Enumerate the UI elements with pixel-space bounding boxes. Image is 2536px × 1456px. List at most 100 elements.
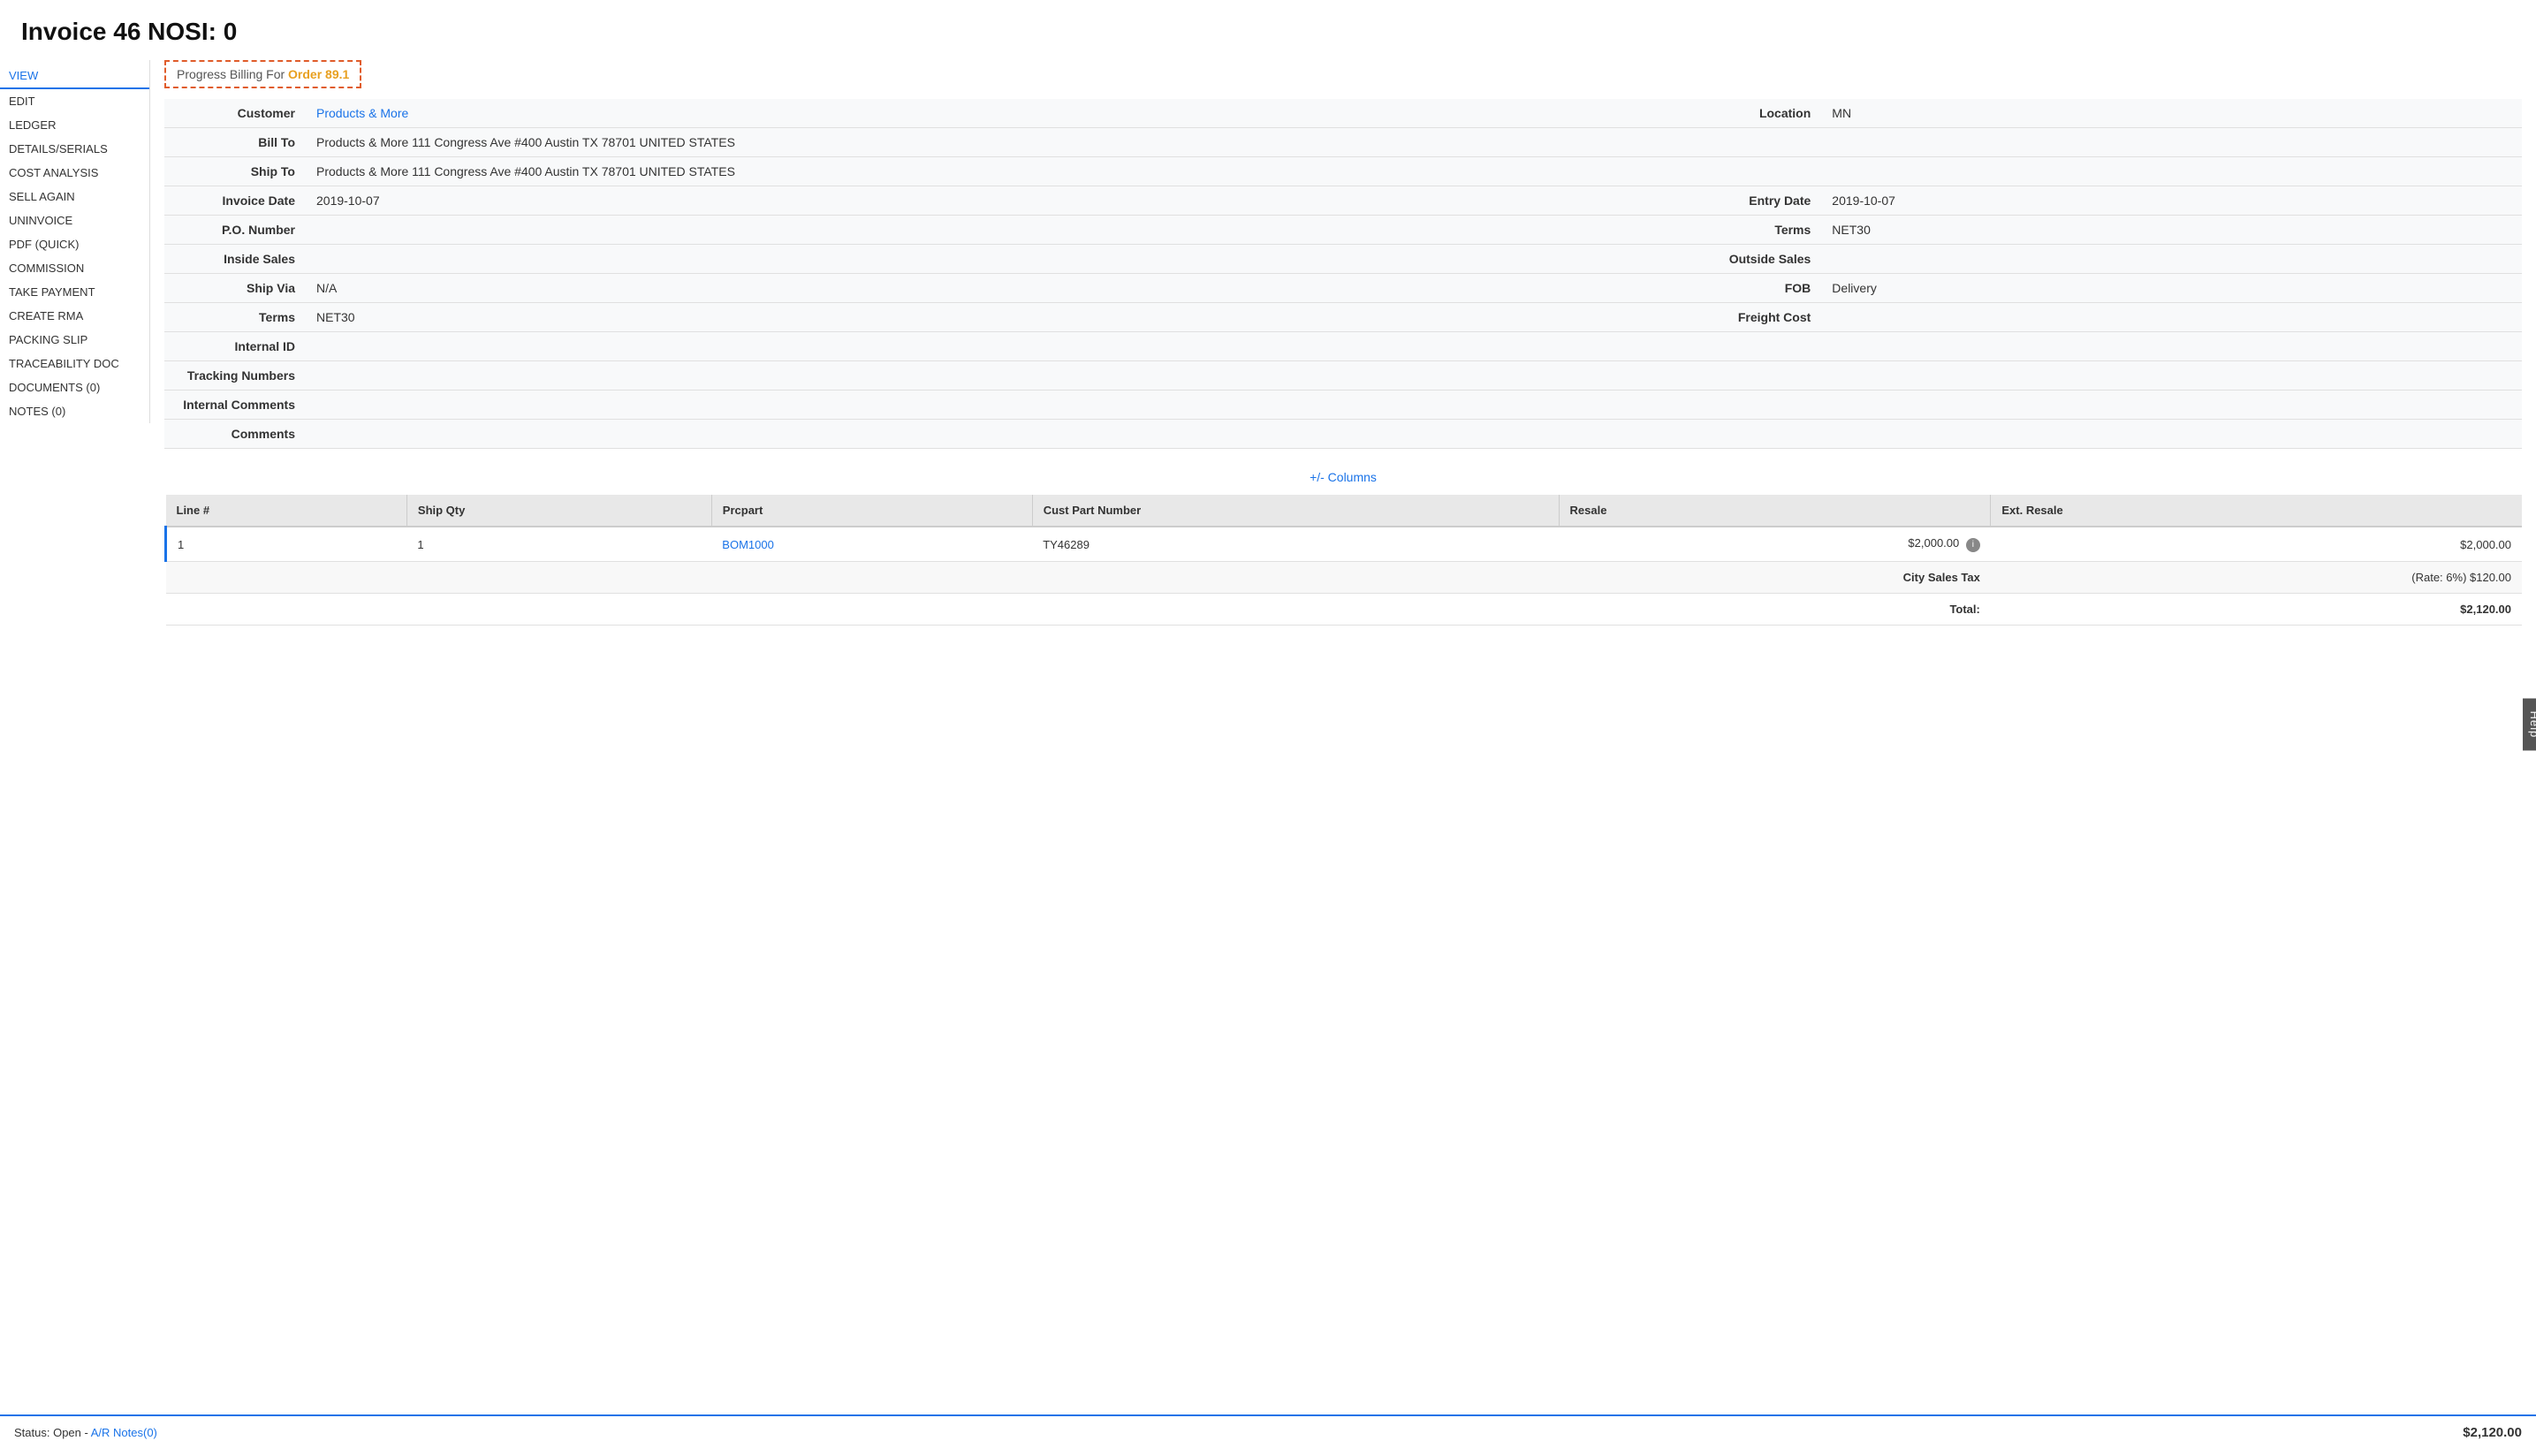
customer-row: Customer Products & More Location MN [164,99,2522,128]
terms-label: Terms [164,303,306,332]
page-title: Invoice 46 NOSI: 0 [0,0,2536,60]
progress-billing-banner: Progress Billing For Order 89.1 [164,60,361,88]
entry-date-value: 2019-10-07 [1821,186,2522,216]
table-row: 11BOM1000TY46289$2,000.00 i$2,000.00 [166,527,2523,562]
table-header-row: Line #Ship QtyPrcpartCust Part NumberRes… [166,495,2523,527]
sidebar-item-packing-slip[interactable]: PACKING SLIP [0,328,149,352]
sidebar-item-details-serials[interactable]: DETAILS/SERIALS [0,137,149,161]
inside-sales-label: Inside Sales [164,245,306,274]
internal-id-value [306,332,2522,361]
invoice-info-table: Customer Products & More Location MN Bil… [164,99,2522,449]
sidebar: VIEWEDITLEDGERDETAILS/SERIALSCOST ANALYS… [0,60,150,1456]
sales-row: Inside Sales Outside Sales [164,245,2522,274]
main-content: Progress Billing For Order 89.1 Customer… [150,60,2536,1456]
terms-value-right: NET30 [1821,216,2522,245]
total-spacer [166,594,1560,626]
po-number-value [306,216,1706,245]
col-header-line: Line # [166,495,407,527]
invoice-date-row: Invoice Date 2019-10-07 Entry Date 2019-… [164,186,2522,216]
col-header-prcpart: Prcpart [711,495,1032,527]
bill-to-row: Bill To Products & More 111 Congress Ave… [164,128,2522,157]
comments-row: Comments [164,420,2522,449]
ship-to-row: Ship To Products & More 111 Congress Ave… [164,157,2522,186]
customer-value[interactable]: Products & More [306,99,1706,128]
cell-prcpart[interactable]: BOM1000 [711,527,1032,562]
tracking-numbers-value [306,361,2522,391]
invoice-date-label: Invoice Date [164,186,306,216]
tracking-numbers-row: Tracking Numbers [164,361,2522,391]
terms-row: Terms NET30 Freight Cost [164,303,2522,332]
col-header-ext_resale: Ext. Resale [1991,495,2522,527]
tax-row: City Sales Tax (Rate: 6%) $120.00 [166,562,2523,594]
footer-bar: Status: Open - A/R Notes(0) $2,120.00 [0,1414,2536,1449]
city-sales-tax-label: City Sales Tax [1559,562,1991,594]
ship-to-label: Ship To [164,157,306,186]
internal-id-label: Internal ID [164,332,306,361]
sidebar-item-ledger[interactable]: LEDGER [0,113,149,137]
sidebar-item-notes[interactable]: NOTES (0) [0,399,149,423]
po-number-row: P.O. Number Terms NET30 [164,216,2522,245]
footer-status: Status: Open - A/R Notes(0) [14,1426,157,1439]
sidebar-item-edit[interactable]: EDIT [0,89,149,113]
internal-comments-row: Internal Comments [164,391,2522,420]
comments-label: Comments [164,420,306,449]
tracking-numbers-label: Tracking Numbers [164,361,306,391]
tax-spacer [166,562,1560,594]
location-value: MN [1821,99,2522,128]
sidebar-item-documents[interactable]: DOCUMENTS (0) [0,375,149,399]
terms-value: NET30 [306,303,1706,332]
progress-billing-link[interactable]: Order 89.1 [288,67,349,81]
sidebar-item-sell-again[interactable]: SELL AGAIN [0,185,149,209]
cell-cust_part_number: TY46289 [1032,527,1559,562]
city-sales-tax-value: (Rate: 6%) $120.00 [1991,562,2522,594]
total-value: $2,120.00 [1991,594,2522,626]
ship-via-value: N/A [306,274,1706,303]
resale-info-icon[interactable]: i [1966,538,1980,552]
cell-ext_resale: $2,000.00 [1991,527,2522,562]
comments-value [306,420,2522,449]
sidebar-item-take-payment[interactable]: TAKE PAYMENT [0,280,149,304]
sidebar-item-uninvoice[interactable]: UNINVOICE [0,209,149,232]
line-items-table: Line #Ship QtyPrcpartCust Part NumberRes… [164,495,2522,626]
col-header-resale: Resale [1559,495,1991,527]
ar-notes-link[interactable]: A/R Notes(0) [91,1426,157,1439]
total-row: Total: $2,120.00 [166,594,2523,626]
progress-billing-prefix: Progress Billing For [177,67,285,81]
col-header-cust_part_number: Cust Part Number [1032,495,1559,527]
footer-separator: - [85,1426,91,1439]
invoice-date-value: 2019-10-07 [306,186,1706,216]
outside-sales-label: Outside Sales [1706,245,1821,274]
columns-toggle[interactable]: +/- Columns [164,463,2522,491]
cell-ship_qty: 1 [406,527,711,562]
sidebar-item-view[interactable]: VIEW [0,64,149,89]
col-header-ship_qty: Ship Qty [406,495,711,527]
sidebar-item-commission[interactable]: COMMISSION [0,256,149,280]
cell-resale: $2,000.00 i [1559,527,1991,562]
customer-label: Customer [164,99,306,128]
internal-comments-value [306,391,2522,420]
fob-value: Delivery [1821,274,2522,303]
bill-to-value: Products & More 111 Congress Ave #400 Au… [306,128,2522,157]
location-label: Location [1706,99,1821,128]
status-label: Status: Open [14,1426,81,1439]
entry-date-label: Entry Date [1706,186,1821,216]
sidebar-item-create-rma[interactable]: CREATE RMA [0,304,149,328]
help-tab[interactable]: Help [2523,699,2536,751]
cell-line: 1 [166,527,407,562]
outside-sales-value [1821,245,2522,274]
terms-label-right: Terms [1706,216,1821,245]
internal-comments-label: Internal Comments [164,391,306,420]
fob-label: FOB [1706,274,1821,303]
ship-via-row: Ship Via N/A FOB Delivery [164,274,2522,303]
po-number-label: P.O. Number [164,216,306,245]
ship-via-label: Ship Via [164,274,306,303]
sidebar-item-traceability-doc[interactable]: TRACEABILITY DOC [0,352,149,375]
footer-total: $2,120.00 [2463,1425,2522,1440]
sidebar-item-pdf-quick[interactable]: PDF (QUICK) [0,232,149,256]
freight-cost-value [1821,303,2522,332]
internal-id-row: Internal ID [164,332,2522,361]
freight-cost-label: Freight Cost [1706,303,1821,332]
sidebar-item-cost-analysis[interactable]: COST ANALYSIS [0,161,149,185]
ship-to-value: Products & More 111 Congress Ave #400 Au… [306,157,2522,186]
inside-sales-value [306,245,1706,274]
